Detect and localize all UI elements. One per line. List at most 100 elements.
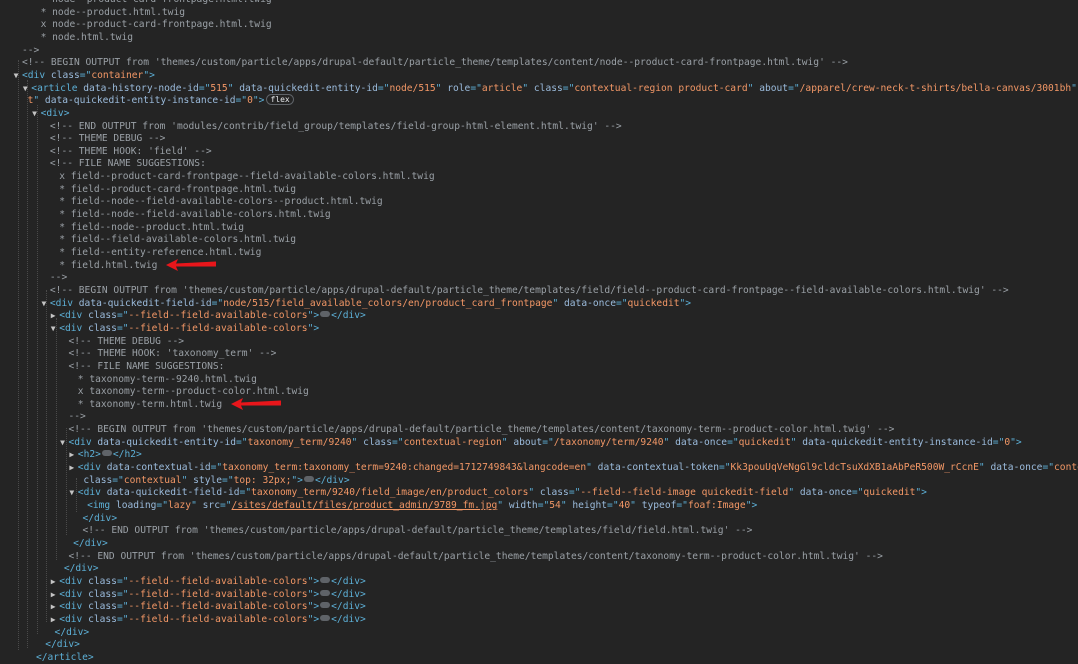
triangle-down-icon[interactable]: ▼ [40, 297, 48, 310]
comment-row[interactable]: * node.html.twig [0, 31, 1078, 44]
dom-node-row[interactable]: ▼ <div> [0, 107, 1078, 120]
comment-row[interactable]: <!-- END OUTPUT from 'modules/contrib/fi… [0, 120, 1078, 133]
comment-row[interactable]: * field--node--field-available-colors--p… [0, 195, 1078, 208]
comment-row[interactable]: * field--node--field-available-colors.ht… [0, 208, 1078, 221]
triangle-down-icon[interactable]: ▼ [59, 436, 67, 449]
comment-text: <!-- BEGIN OUTPUT from 'themes/custom/pa… [68, 424, 895, 436]
comment-row[interactable]: x field--product-card-frontpage--field-a… [0, 170, 1078, 183]
node-text: <div data-quickedit-entity-id="taxonomy_… [69, 436, 1022, 449]
tag-text: " [978, 462, 991, 474]
dom-node-row[interactable]: ▼ <div data-quickedit-field-id="taxonomy_… [0, 486, 1078, 499]
ellipsis-icon[interactable] [303, 475, 314, 482]
comment-row[interactable]: <!-- FILE NAME SUGGESTIONS: [0, 157, 1078, 170]
dom-node-row[interactable]: </div> [0, 537, 1078, 550]
comment-row[interactable]: --> [0, 271, 1078, 284]
dom-node-row[interactable]: ▼ <article data-history-node-id="515" dat… [0, 82, 1078, 95]
dom-node-row[interactable]: ▶ <div data-contextual-id="taxonomy_term:… [0, 461, 1078, 474]
ellipsis-icon[interactable] [320, 576, 331, 583]
ellipsis-icon[interactable] [320, 614, 331, 621]
dom-node-row[interactable]: <img loading="lazy" src="/sites/default/… [0, 499, 1078, 512]
dom-node-row[interactable]: ▶ <div class="--field--field-available-co… [0, 309, 1078, 322]
triangle-down-icon[interactable]: ▼ [21, 82, 29, 95]
comment-row[interactable]: * field.html.twig [0, 258, 1078, 272]
comment-text: <!-- END OUTPUT from 'themes/custom/part… [68, 550, 883, 562]
ellipsis-icon[interactable] [320, 311, 331, 318]
dom-node-row[interactable]: </div> [0, 512, 1078, 525]
node-text: </article> [36, 651, 94, 664]
dom-node-row[interactable]: ▶ <div class="--field--field-available-co… [0, 575, 1078, 588]
comment-text: <!-- FILE NAME SUGGESTIONS: [49, 158, 206, 170]
comment-row[interactable]: <!-- THEME DEBUG --> [0, 335, 1078, 348]
attr-value: taxonomy_term/9240 [247, 436, 352, 448]
comment-row[interactable]: <!-- BEGIN OUTPUT from 'themes/custom/pa… [0, 284, 1078, 297]
comment-row[interactable]: * taxonomy-term.html.twig [0, 397, 1078, 411]
triangle-down-icon[interactable]: ▼ [68, 486, 76, 499]
dom-node-row[interactable]: </div> [0, 626, 1078, 639]
dom-node-row[interactable]: t" data-quickedit-entity-instance-id="0"… [0, 94, 1078, 107]
ellipsis-icon[interactable] [320, 589, 331, 596]
dom-node-row[interactable]: ▼ <div class="container"> [0, 69, 1078, 82]
triangle-right-icon[interactable]: ▶ [49, 613, 57, 626]
dom-node-row[interactable]: </article> [0, 651, 1078, 664]
ellipsis-icon[interactable] [320, 602, 331, 609]
comment-row[interactable]: x node--product-card-frontpage.html.twig [0, 18, 1078, 31]
comment-row[interactable]: <!-- END OUTPUT from 'themes/custom/part… [0, 524, 1078, 537]
comment-text: * node--product.html.twig [40, 6, 185, 18]
dom-node-row[interactable]: ▼ <div data-quickedit-entity-id="taxonomy… [0, 436, 1078, 449]
tag-text: </div> [63, 563, 99, 575]
dom-node-row[interactable]: ▶ <div class="--field--field-available-co… [0, 600, 1078, 613]
comment-row[interactable]: * node--product.html.twig [0, 6, 1078, 19]
flex-badge[interactable]: flex [266, 94, 294, 106]
tag-text: =" [116, 310, 129, 322]
triangle-down-icon[interactable]: ▼ [31, 107, 39, 120]
comment-row[interactable]: --> [0, 410, 1078, 423]
comment-row[interactable]: <!-- THEME DEBUG --> [0, 132, 1078, 145]
comment-row[interactable]: <!-- THEME HOOK: 'taxonomy_term' --> [0, 347, 1078, 360]
comment-row[interactable]: <!-- BEGIN OUTPUT from 'themes/custom/pa… [0, 423, 1078, 436]
comment-row[interactable]: * field--entity-reference.html.twig [0, 246, 1078, 259]
dom-node-row[interactable]: </div> [0, 562, 1078, 575]
comment-row[interactable]: <!-- BEGIN OUTPUT from 'themes/custom/pa… [0, 56, 1078, 69]
attr-name: class [88, 575, 117, 587]
attr-value: node/515 [389, 82, 436, 94]
node-text: * field--product-card-frontpage.html.twi… [59, 183, 296, 196]
dom-node-row[interactable]: </div> [0, 638, 1078, 651]
node-text: <div class="--field--field-available-col… [59, 322, 319, 335]
comment-row[interactable]: * field--node--product.html.twig [0, 221, 1078, 234]
node-text: * node--product.html.twig [41, 6, 185, 19]
attr-value: --field--field-available-colors [128, 601, 308, 613]
triangle-down-icon[interactable]: ▼ [12, 69, 20, 82]
tag-text: " [181, 474, 194, 486]
comment-row[interactable]: * field--product-card-frontpage.html.twi… [0, 183, 1078, 196]
node-text: * field--entity-reference.html.twig [59, 246, 261, 259]
dom-node-row[interactable]: ▶ <div class="--field--field-available-co… [0, 588, 1078, 601]
tag-text: =" [615, 297, 628, 309]
triangle-right-icon[interactable]: ▶ [49, 309, 57, 322]
triangle-down-icon[interactable]: ▼ [49, 322, 57, 335]
dom-node-row[interactable]: ▼ <div data-quickedit-field-id="node/515/… [0, 297, 1078, 310]
tag-text: =" [992, 436, 1005, 448]
dom-node-row[interactable]: ▼ <div class="--field--field-available-co… [0, 322, 1078, 335]
triangle-right-icon[interactable]: ▶ [49, 575, 57, 588]
dom-node-row[interactable]: ▶ <div class="--field--field-available-co… [0, 613, 1078, 626]
node-text: <div class="--field--field-available-col… [59, 575, 366, 588]
node-text: <!-- THEME HOOK: 'taxonomy_term' --> [69, 347, 277, 360]
triangle-right-icon[interactable]: ▶ [68, 448, 76, 461]
attr-name: role [447, 82, 471, 94]
comment-row[interactable]: <!-- END OUTPUT from 'themes/custom/part… [0, 550, 1078, 563]
comment-row[interactable]: <!-- THEME HOOK: 'field' --> [0, 145, 1078, 158]
comment-row[interactable]: * taxonomy-term--9240.html.twig [0, 373, 1078, 386]
dom-node-row[interactable]: class="contextual" style="top: 32px;"> </… [0, 474, 1078, 487]
src-link[interactable]: /sites/default/files/product_admin/9789_… [232, 500, 498, 511]
triangle-right-icon[interactable]: ▶ [68, 461, 76, 474]
dom-node-row[interactable]: ▶ <h2> </h2> [0, 448, 1078, 461]
triangle-right-icon[interactable]: ▶ [49, 588, 57, 601]
ellipsis-icon[interactable] [101, 450, 112, 457]
comment-row[interactable]: --> [0, 44, 1078, 57]
triangle-right-icon[interactable]: ▶ [49, 600, 57, 613]
attr-value: /apparel/crew-neck-t-shirts/bella-canvas… [799, 82, 1072, 94]
comment-row[interactable]: x taxonomy-term--product-color.html.twig [0, 385, 1078, 398]
comment-row[interactable]: <!-- FILE NAME SUGGESTIONS: [0, 360, 1078, 373]
comment-row[interactable]: * field--field-available-colors.html.twi… [0, 233, 1078, 246]
attr-name: data-quickedit-entity-id [239, 82, 378, 94]
